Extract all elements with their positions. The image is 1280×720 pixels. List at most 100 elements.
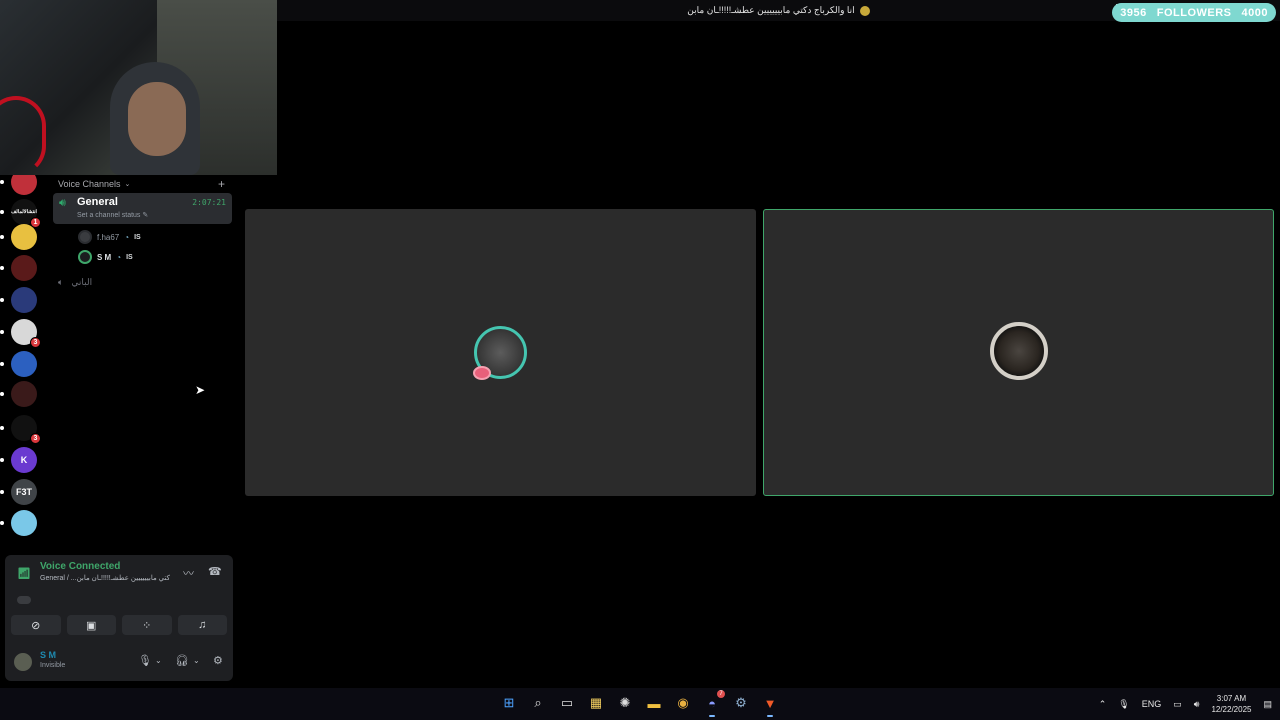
stream-title: انا والكرباج دكتي مابيييييين عطشـ!!!!!ـا… <box>687 5 855 15</box>
screen: انا والكرباج دكتي مابيييييين عطشـ!!!!!ـا… <box>0 0 1280 720</box>
followers-goal: 4000 <box>1241 6 1268 19</box>
server-icon[interactable] <box>11 510 37 536</box>
clock-date: 12/22/2025 <box>1211 705 1252 714</box>
task-view-icon[interactable]: ▭ <box>556 692 578 714</box>
soundboard-button[interactable]: ♫ <box>177 615 227 635</box>
channel-general[interactable]: 🔊︎ General 2:07:21 Set a channel status … <box>53 193 232 224</box>
headphones-icon[interactable]: 🎧︎ <box>175 654 189 667</box>
mention-badge: 3 <box>30 337 41 348</box>
discord-badge: 7 <box>717 690 725 698</box>
soundboard-icon: ♫ <box>198 619 207 631</box>
microphone-icon[interactable]: 🎙︎ <box>138 654 152 667</box>
channel-name: الباني <box>71 277 93 287</box>
ai-app-icon[interactable]: ✺ <box>614 692 636 714</box>
start-icon[interactable]: ⊞ <box>498 692 520 714</box>
taskbar-apps: ⊞ ⌕ ▭ ▦ ✺ ▬ ◉ ◓ 7 ⚙ ▼ <box>498 690 781 717</box>
call-timer: 2:07:21 <box>192 198 226 207</box>
mention-badge: 3 <box>30 433 41 444</box>
chevron-down-icon[interactable]: ⌄ <box>193 656 200 665</box>
unread-indicator <box>0 426 4 430</box>
noise-suppression-icon[interactable]: 〰 <box>183 565 194 581</box>
voice-channels-header[interactable]: Voice Channels ⌄ <box>58 179 130 189</box>
camera-off-button[interactable]: ⊘ <box>11 615 61 635</box>
followers-count: 3956 <box>1120 6 1147 19</box>
voice-channels-label: Voice Channels <box>58 179 121 189</box>
discord-icon[interactable]: ◓ 7 <box>701 690 725 717</box>
user-status: Invisible <box>40 662 66 669</box>
share-screen-button[interactable]: ▣ <box>66 615 116 635</box>
server-label: F3T <box>15 487 32 497</box>
channel-status-placeholder[interactable]: Set a channel status ✎ <box>77 211 148 219</box>
activity-indicator <box>17 596 31 604</box>
unread-indicator <box>0 266 4 270</box>
brave-icon[interactable]: ▼ <box>759 692 781 717</box>
server-icon[interactable]: 3 <box>11 415 41 444</box>
activities-button[interactable]: ⁘ <box>122 615 172 635</box>
avatar-decoration <box>473 366 491 380</box>
chevron-up-icon[interactable]: ⌃ <box>1099 699 1107 710</box>
server-icon[interactable]: 3 <box>11 319 41 348</box>
steam-icon[interactable]: ⚙ <box>730 692 752 714</box>
followers-goal-bar: 3956 FOLLOWERS 4000 <box>1112 3 1276 22</box>
notifications-icon[interactable]: ▤ <box>1263 699 1272 710</box>
server-icon[interactable] <box>11 381 37 407</box>
server-icon[interactable] <box>11 287 37 313</box>
volume-icon[interactable]: 🔊︎ <box>1194 699 1200 710</box>
live-label: IS <box>134 233 141 241</box>
member-name: S M <box>97 252 112 262</box>
chrome-icon[interactable]: ◉ <box>672 692 694 714</box>
language-indicator[interactable]: ENG <box>1142 699 1162 709</box>
store-icon[interactable]: ▦ <box>585 692 607 714</box>
chevron-down-icon[interactable]: ⌄ <box>155 656 162 665</box>
voice-connected-subtitle[interactable]: General / ...دكتي مابيييييين عطشـ!!!!!ـا… <box>40 574 170 582</box>
unread-indicator <box>0 210 4 214</box>
system-tray: ⌃ 🎙︎ ENG ▭ 🔊︎ 3:07 AM 12/22/2025 ▤ <box>1099 688 1272 720</box>
disconnect-icon[interactable]: ☎ <box>208 565 222 578</box>
camera-off-icon: ⊘ <box>31 619 41 632</box>
voice-connected-title[interactable]: Voice Connected <box>40 561 120 572</box>
voice-action-buttons: ⊘ ▣ ⁘ ♫ <box>11 615 227 635</box>
server-icon[interactable] <box>11 255 37 281</box>
taskbar: ⊞ ⌕ ▭ ▦ ✺ ▬ ◉ ◓ 7 ⚙ ▼ ⌃ 🎙︎ ENG ▭ 🔊︎ 3:07 … <box>0 688 1280 720</box>
activities-icon: ⁘ <box>142 619 152 632</box>
video-tile-participant-1[interactable] <box>245 209 756 496</box>
avatar[interactable] <box>12 651 34 673</box>
network-icon[interactable]: ▭ <box>1173 699 1182 710</box>
server-label: انتشالالمالف <box>11 209 37 215</box>
add-channel-button[interactable]: + <box>218 177 225 191</box>
signal-icon[interactable]: 📶︎ <box>17 567 31 580</box>
channel-other[interactable]: 🔈︎ الباني <box>58 277 92 288</box>
user-bar: S M Invisible 🎙︎ ⌄ 🎧︎ ⌄ ⚙ <box>11 648 227 676</box>
search-icon[interactable]: ⌕ <box>527 692 549 714</box>
server-icon[interactable] <box>11 351 37 377</box>
followers-label: FOLLOWERS <box>1156 6 1232 19</box>
chevron-down-icon: ⌄ <box>124 181 131 188</box>
microphone-icon[interactable]: 🎙︎ <box>1118 699 1129 710</box>
unread-indicator <box>0 298 4 302</box>
unread-indicator <box>0 235 4 239</box>
avatar <box>78 250 92 264</box>
speaker-icon: 🔊︎ <box>59 197 66 209</box>
speaker-icon: 🔈︎ <box>58 277 64 287</box>
streaming-icon: ◔ <box>116 252 122 262</box>
live-label: IS <box>126 253 133 261</box>
server-icon[interactable]: F3T <box>11 479 37 505</box>
server-icon[interactable] <box>11 224 37 250</box>
file-explorer-icon[interactable]: ▬ <box>643 692 665 714</box>
user-name[interactable]: S M <box>40 650 56 660</box>
webcam-overlay <box>0 0 277 175</box>
voice-member[interactable]: S M ◔ IS <box>78 250 133 264</box>
streaming-icon: ◔ <box>124 232 130 242</box>
voice-member[interactable]: f.ha67 ◔ IS <box>78 230 141 244</box>
clock[interactable]: 3:07 AM 12/22/2025 <box>1211 693 1251 715</box>
unread-indicator <box>0 392 4 396</box>
server-icon[interactable]: K <box>11 447 37 473</box>
unread-indicator <box>0 362 4 366</box>
webcam-face <box>128 82 186 156</box>
pencil-icon: ✎ <box>142 212 149 219</box>
video-tile-participant-2[interactable] <box>763 209 1274 496</box>
server-icon[interactable]: انتشالالمالف 1 <box>11 199 41 228</box>
gear-icon[interactable]: ⚙ <box>213 654 223 667</box>
unread-indicator <box>0 180 4 184</box>
avatar <box>78 230 92 244</box>
